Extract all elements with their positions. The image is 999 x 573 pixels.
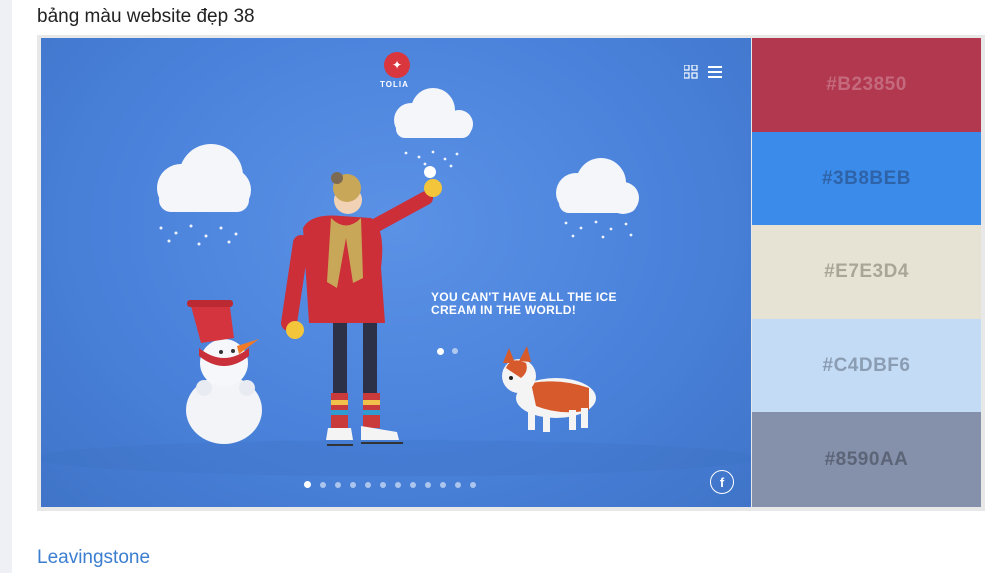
hero-illustration [41,88,751,476]
snowman [186,300,262,444]
tagline-dot[interactable] [452,348,458,354]
color-swatch-label: #C4DBF6 [822,354,911,376]
snowflakes-top [404,150,459,168]
page-title: bảng màu website đẹp 38 [37,6,255,27]
slide-dot[interactable] [470,481,476,488]
color-swatch-label: #3B8BEB [821,167,912,189]
logo-text: TOLIA [380,80,409,89]
color-swatch-label: #B23850 [826,74,907,95]
tagline-pagination [437,348,458,355]
cloud-top [394,88,473,138]
slide-dot[interactable] [395,481,401,488]
leavingstone-link[interactable]: Leavingstone [37,547,150,569]
color-palette: #B23850 #3B8BEB #E7E3D4 #C4DBF6 #8590AA [752,38,981,507]
snowflakes-right [564,220,633,239]
slide-dot[interactable] [380,481,386,488]
snowflakes-left [159,224,238,246]
tolia-logo-icon[interactable]: ✦ [384,52,410,78]
color-swatch-label: #E7E3D4 [824,261,909,282]
slide-dot[interactable] [425,481,431,488]
cloud-right [556,158,639,214]
color-swatch: #8590AA [752,412,981,507]
hero-tagline: YOU CAN'T HAVE ALL THE ICE CREAM IN THE … [431,290,617,317]
girl-skater [281,166,442,446]
color-swatch: #E7E3D4 [752,225,981,319]
slide-dot[interactable] [365,481,371,488]
grid-icon[interactable] [684,65,698,79]
color-swatch: #C4DBF6 [752,319,981,412]
website-hero-screenshot: ✦ TOLIA YOU CAN'T HAVE ALL THE ICE CREAM… [41,38,751,507]
color-swatch-label: #8590AA [824,448,909,470]
slide-dot[interactable] [440,481,446,488]
slide-pagination [304,481,476,488]
slide-dot[interactable] [455,481,461,488]
slide-dot[interactable] [410,481,416,488]
cloud-left [157,144,251,212]
facebook-icon[interactable]: f [710,470,734,494]
tagline-dot-active[interactable] [437,348,444,355]
slide-dot[interactable] [350,481,356,488]
hamburger-menu-icon[interactable] [707,64,723,80]
corgi-dog [502,346,596,432]
slide-dot[interactable] [335,481,341,488]
slide-dot[interactable] [304,481,311,488]
left-rail [0,0,12,573]
color-swatch: #B23850 [752,38,981,132]
color-swatch: #3B8BEB [752,132,981,225]
slide-dot[interactable] [320,481,326,488]
